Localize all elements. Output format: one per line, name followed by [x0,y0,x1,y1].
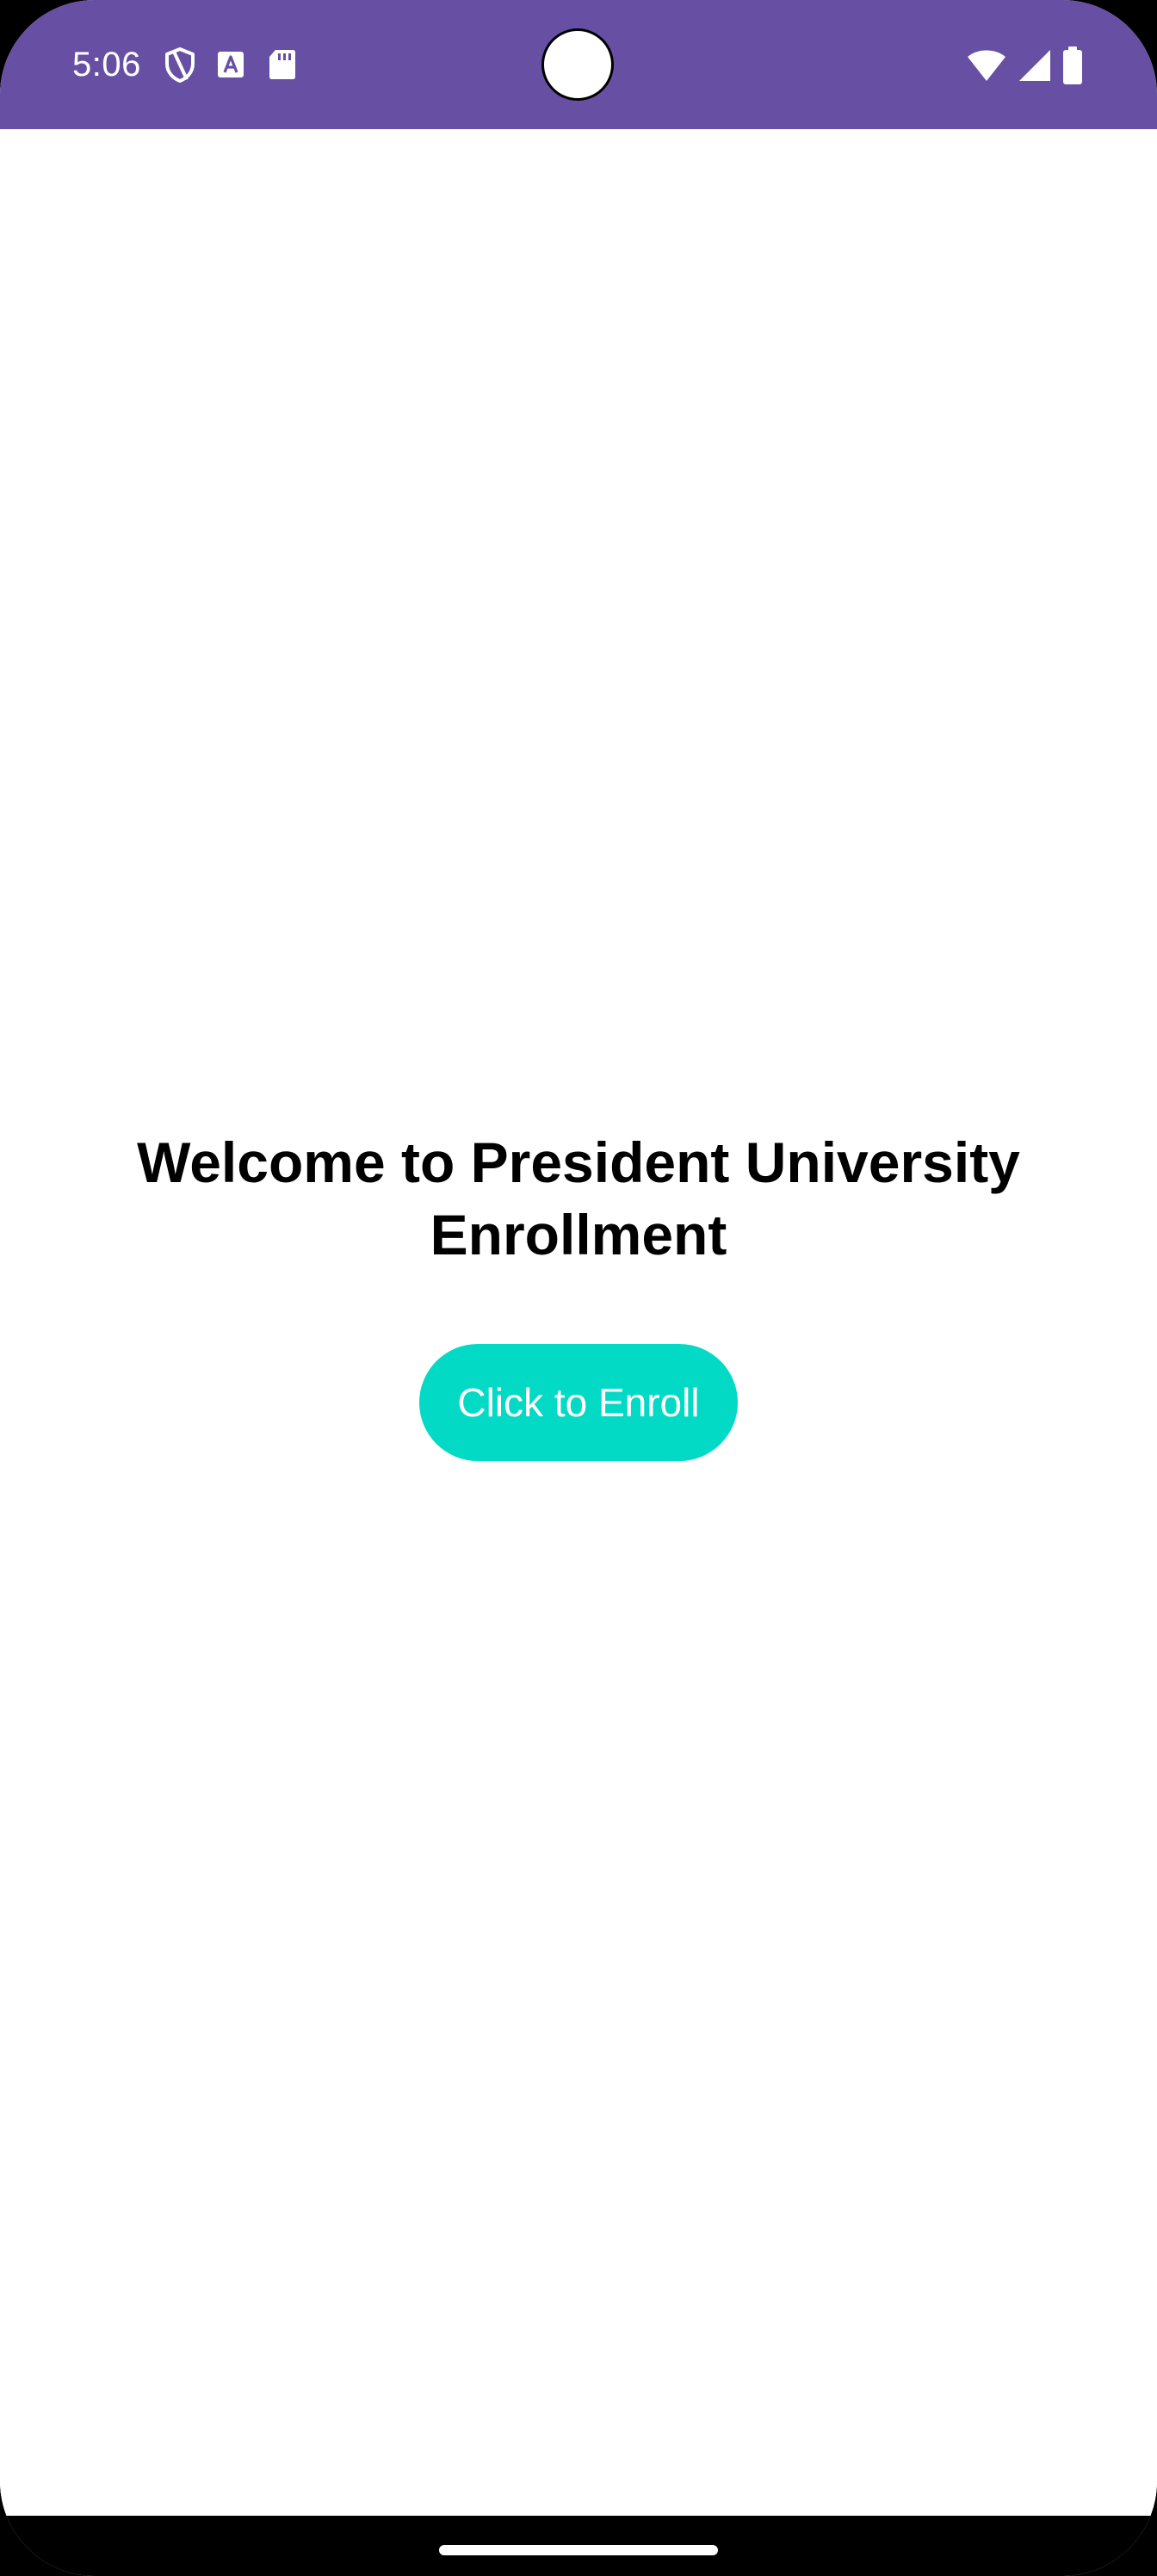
cellular-signal-icon [1016,48,1052,83]
main-content [0,129,1157,2516]
device-screen: 5:06 Welcome to President University Enr… [0,0,1157,2576]
home-gesture-handle[interactable] [439,2545,718,2555]
status-clock: 5:06 [72,45,141,84]
front-camera-cutout [541,28,614,101]
vpn-shield-icon [164,46,196,83]
status-bar: 5:06 [0,0,1157,129]
status-left-group: 5:06 [72,38,300,91]
wifi-icon [966,48,1007,83]
sd-card-icon [265,46,300,83]
navigation-bar [0,2516,1157,2576]
text-a-notification-icon [213,47,248,82]
welcome-title: Welcome to President University Enrollme… [137,1130,1020,1266]
status-right-group [966,41,1085,90]
enroll-button[interactable]: Click to Enroll [419,1344,738,1461]
battery-icon [1061,46,1085,85]
